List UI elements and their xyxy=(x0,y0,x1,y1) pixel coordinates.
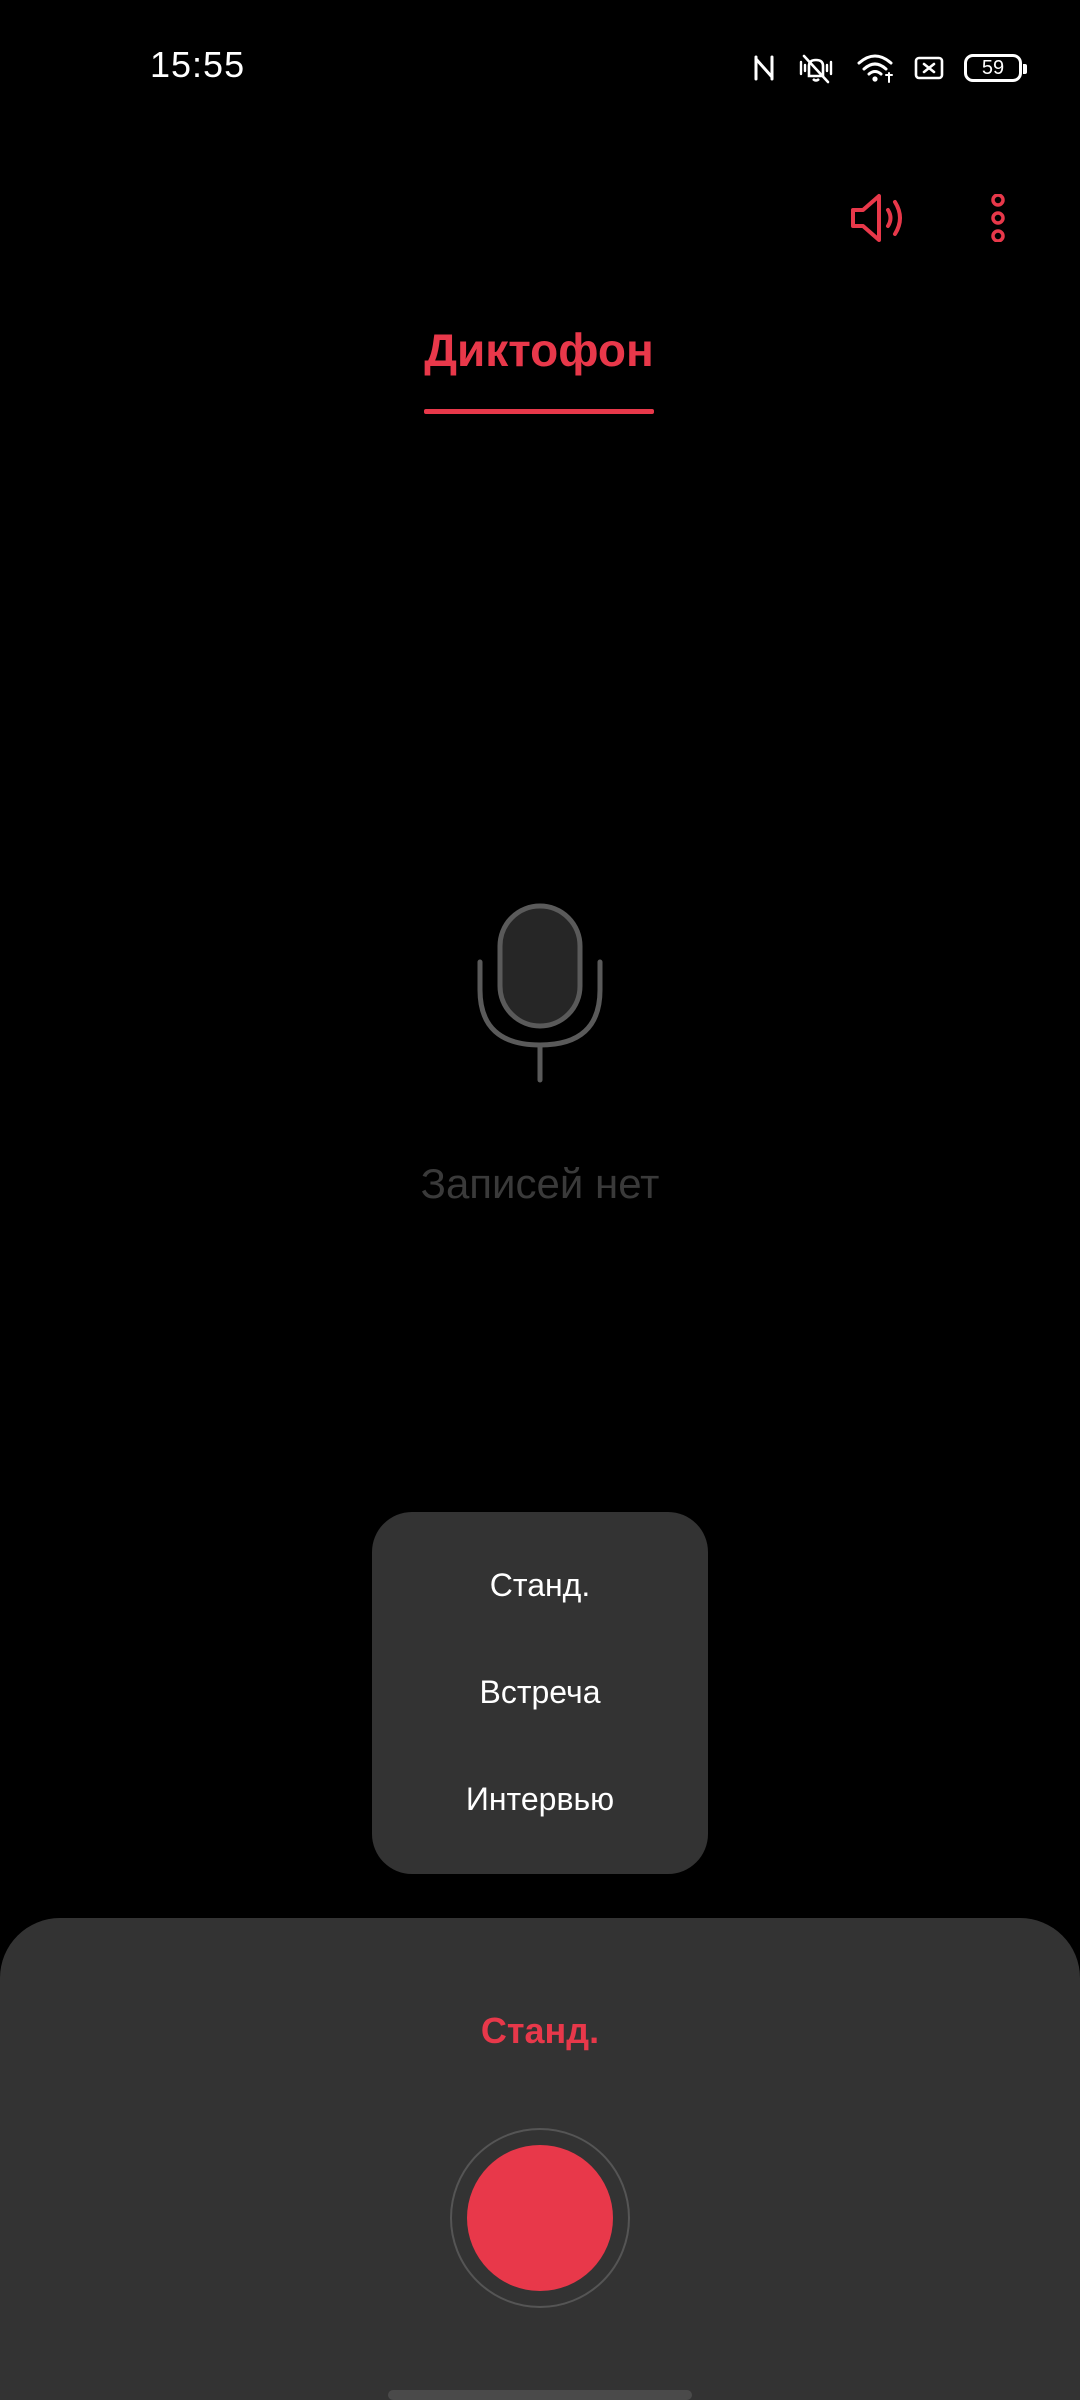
tab-indicator xyxy=(424,409,654,414)
current-mode-selector[interactable]: Станд. xyxy=(0,2010,1080,2052)
mode-item-standard[interactable]: Станд. xyxy=(372,1532,708,1639)
record-button-icon xyxy=(467,2145,613,2291)
page-title: Диктофон xyxy=(424,324,654,376)
speaker-button[interactable] xyxy=(838,180,918,260)
mode-menu: Станд. Встреча Интервью xyxy=(372,1512,708,1874)
empty-state-message: Записей нет xyxy=(420,1160,660,1207)
mode-item-meeting[interactable]: Встреча xyxy=(372,1639,708,1746)
more-options-button[interactable] xyxy=(970,180,1026,260)
bottom-panel: Станд. xyxy=(0,1918,1080,2400)
battery-level: 59 xyxy=(981,57,1005,79)
battery-saver-icon xyxy=(914,55,944,81)
vibrate-mute-icon xyxy=(796,52,836,84)
wifi-icon xyxy=(856,53,894,83)
nfc-icon xyxy=(752,53,776,83)
status-icons: 59 xyxy=(752,48,1027,88)
home-indicator[interactable] xyxy=(388,2390,692,2400)
tab-recorder[interactable]: Диктофон xyxy=(424,310,654,414)
status-time: 15:55 xyxy=(150,44,246,85)
microphone-icon xyxy=(470,900,610,1085)
mode-item-interview[interactable]: Интервью xyxy=(372,1746,708,1853)
status-bar: 15:55 59 xyxy=(0,0,1080,136)
record-button[interactable] xyxy=(450,2128,630,2308)
battery-icon: 59 xyxy=(964,54,1027,82)
more-vertical-icon xyxy=(988,192,1008,247)
speaker-icon xyxy=(847,190,909,251)
